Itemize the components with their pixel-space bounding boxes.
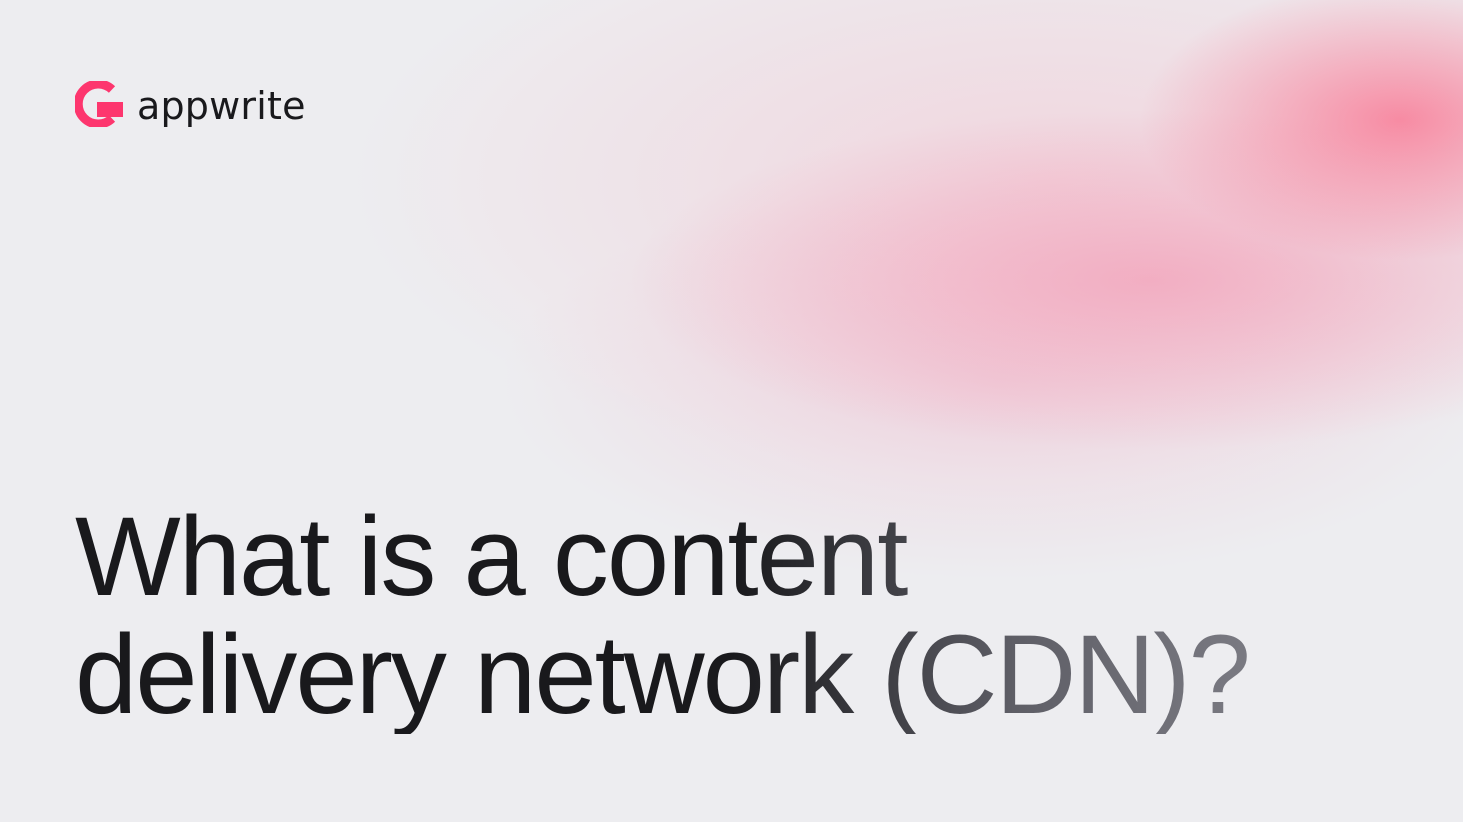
brand-name: appwrite xyxy=(137,84,306,128)
brand-logo: appwrite xyxy=(75,80,306,128)
title-line-1: What is a content xyxy=(75,494,907,619)
title-line-2: delivery network (CDN)? xyxy=(75,612,1249,737)
appwrite-logo-icon xyxy=(75,81,123,127)
page-title: What is a content delivery network (CDN)… xyxy=(75,498,1249,734)
